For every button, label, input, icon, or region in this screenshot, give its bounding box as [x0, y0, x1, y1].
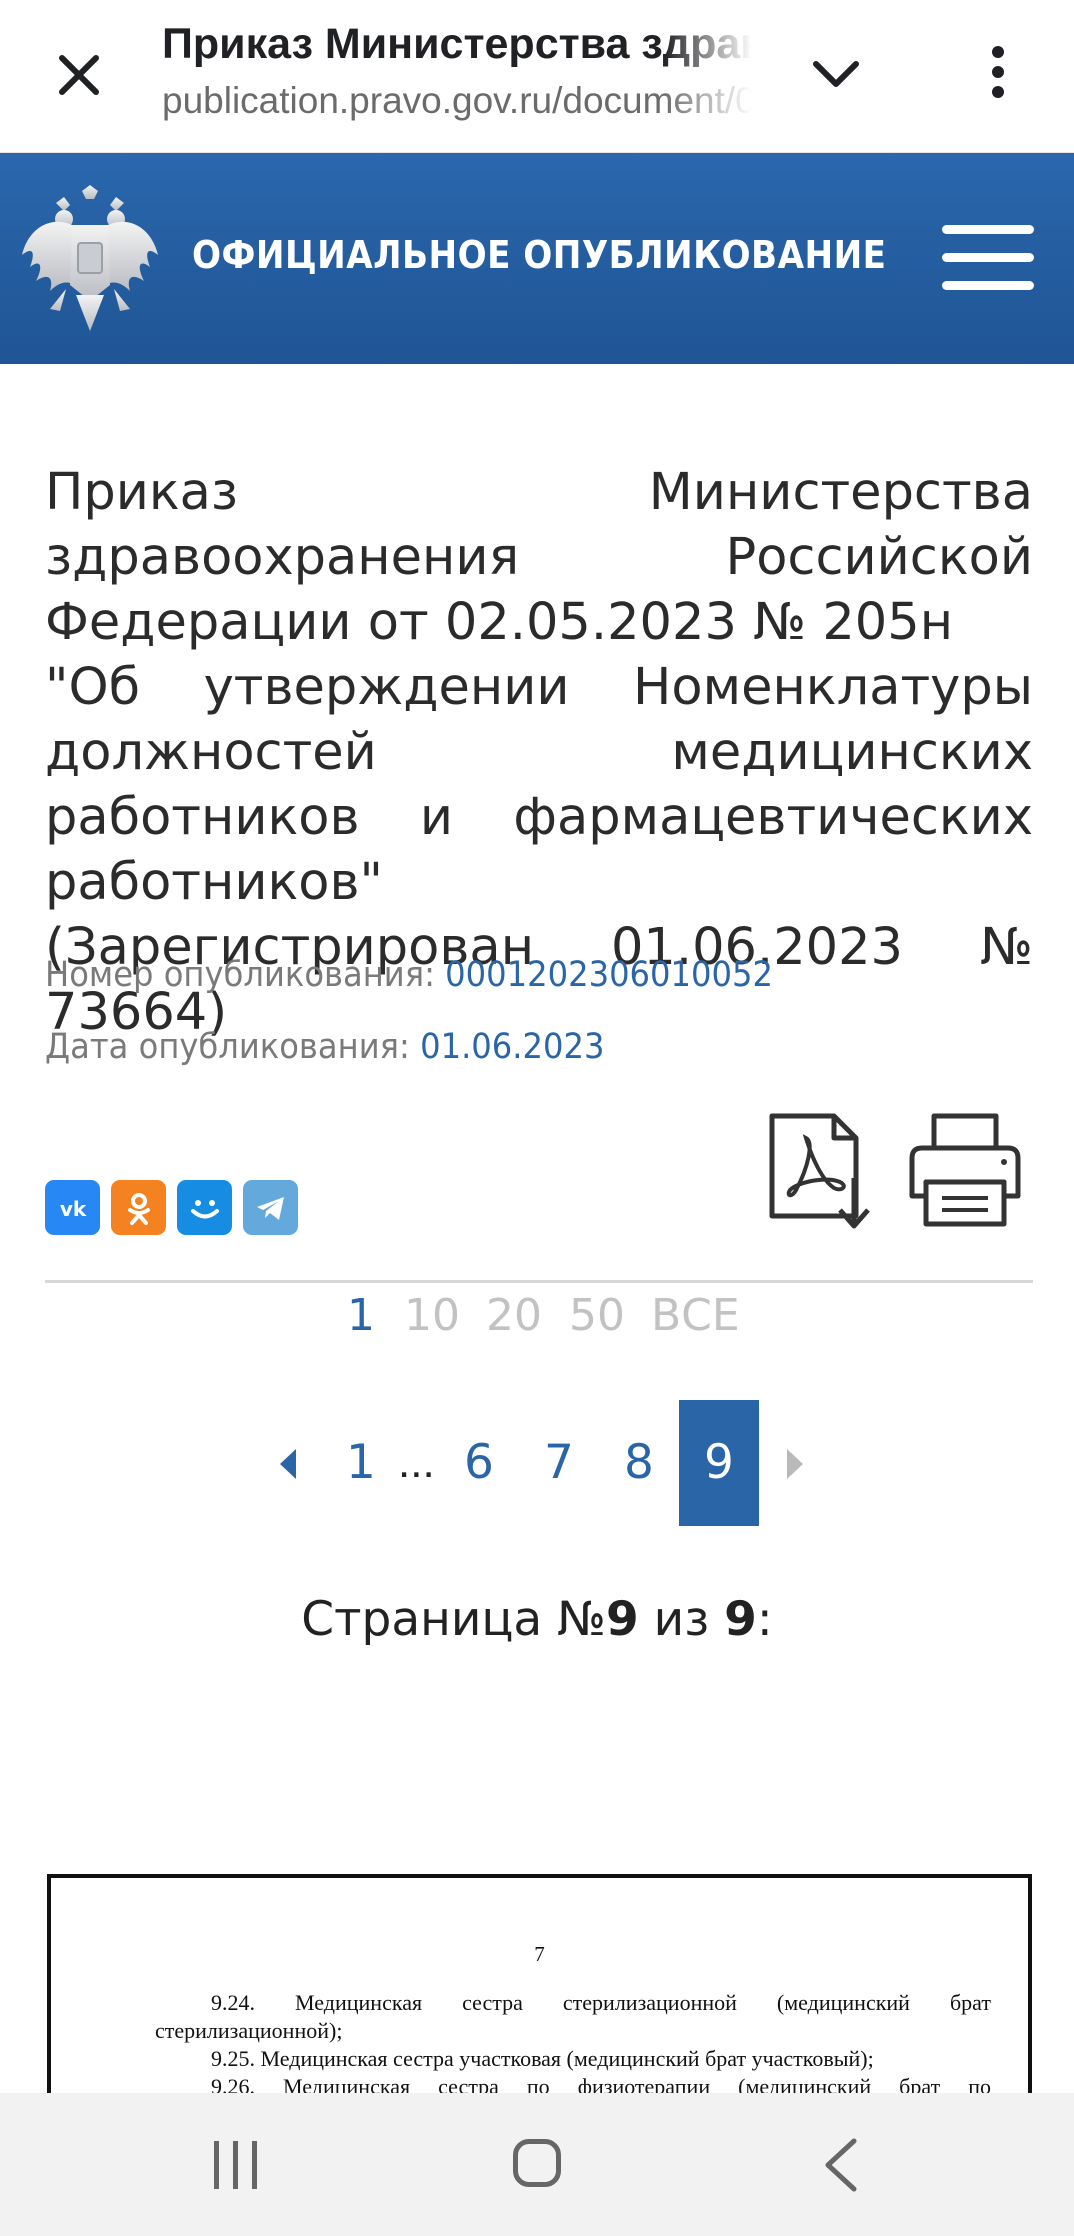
site-title[interactable]: ОФИЦИАЛЬНОЕ ОПУБЛИКОВАНИЕ	[192, 233, 886, 277]
back-button[interactable]	[822, 2137, 860, 2193]
site-header: ОФИЦИАЛЬНОЕ ОПУБЛИКОВАНИЕ	[0, 153, 1074, 364]
mymail-icon	[190, 1199, 219, 1218]
odnoklassniki-icon	[127, 1192, 150, 1225]
ok-share-button[interactable]	[111, 1180, 166, 1235]
close-tab-button[interactable]	[38, 34, 124, 120]
chevron-down-icon	[813, 61, 859, 87]
double-headed-eagle-icon	[22, 185, 158, 331]
hamburger-icon	[942, 225, 1034, 234]
page-url[interactable]: publication.pravo.gov.ru/document/000120…	[162, 80, 752, 128]
pagination-ellipsis: ...	[398, 1438, 435, 1487]
page-link-8[interactable]: 8	[618, 1400, 660, 1526]
more-vertical-icon	[992, 46, 1004, 98]
hamburger-line	[942, 281, 1034, 290]
back-chevron-icon	[825, 2138, 857, 2192]
mymail-share-button[interactable]	[177, 1180, 232, 1235]
system-navigation-bar	[0, 2093, 1074, 2236]
page-size-option-50[interactable]: 50	[569, 1290, 625, 1341]
recent-apps-bar	[233, 2141, 238, 2189]
page-status-suffix: :	[756, 1592, 773, 1647]
printer-icon	[909, 1113, 1021, 1227]
recent-apps-bar	[252, 2141, 257, 2189]
page-size-selector: 1 10 20 50 ВСЕ	[0, 1290, 1074, 1350]
page-status-total: 9	[724, 1592, 757, 1647]
pdf-download-icon	[769, 1113, 870, 1229]
telegram-icon	[256, 1196, 284, 1220]
vk-icon: vk	[59, 1197, 86, 1221]
page-size-option-all[interactable]: ВСЕ	[651, 1290, 740, 1341]
page-link-current[interactable]: 9	[679, 1400, 759, 1526]
coat-of-arms-logo[interactable]	[20, 185, 160, 335]
telegram-share-button[interactable]	[243, 1180, 298, 1235]
page-title: Приказ Министерства здравоохранения Росс…	[162, 20, 752, 68]
close-icon	[59, 55, 99, 95]
pdf-download-button[interactable]	[768, 1112, 874, 1230]
scan-line-text: 9.24. Медицинская сестра стерилизационно…	[211, 1990, 991, 2015]
pagination: 1 ... 6 7 8 9	[0, 1400, 1074, 1526]
triangle-left-icon	[280, 1449, 296, 1479]
publication-date-row: Дата опубликования: 01.06.2023	[45, 1027, 604, 1067]
scan-page-number: 7	[534, 1942, 545, 1966]
divider	[45, 1280, 1033, 1283]
triangle-right-icon	[787, 1449, 803, 1479]
page-link-7[interactable]: 7	[538, 1400, 580, 1526]
page-size-option-1[interactable]: 1	[347, 1290, 375, 1341]
document-title-line: Приказ Министерства здравоохранения Росс…	[45, 463, 1033, 652]
print-button[interactable]	[908, 1112, 1022, 1230]
vk-share-button[interactable]: vk	[45, 1180, 100, 1235]
hamburger-line	[942, 253, 1034, 262]
page-size-option-20[interactable]: 20	[486, 1290, 542, 1341]
page-status-middle: из	[638, 1592, 725, 1647]
document-title-line: "Об утверждении Номенклатуры должностей …	[45, 658, 1033, 912]
home-button[interactable]	[513, 2139, 561, 2187]
page-size-option-10[interactable]: 10	[404, 1290, 460, 1341]
page-link-1[interactable]: 1	[340, 1400, 382, 1526]
recent-apps-button[interactable]	[210, 2141, 262, 2189]
main-menu-button[interactable]	[942, 225, 1034, 291]
svg-text:vk: vk	[59, 1197, 86, 1221]
publication-date-link[interactable]: 01.06.2023	[420, 1027, 604, 1067]
scan-line: 9.25. Медицинская сестра участковая (мед…	[211, 2046, 874, 2071]
page-link-6[interactable]: 6	[458, 1400, 500, 1526]
page-status: Страница №9 из 9:	[0, 1592, 1074, 1647]
publication-number-label: Номер опубликования:	[45, 955, 435, 995]
page-status-current: 9	[606, 1592, 639, 1647]
publication-number-row: Номер опубликования: 0001202306010052	[45, 955, 773, 995]
recent-apps-icon	[214, 2141, 219, 2189]
publication-number-link[interactable]: 0001202306010052	[445, 955, 773, 995]
scan-line: стерилизационной);	[155, 2018, 343, 2043]
browser-toolbar: Приказ Министерства здравоохранения Росс…	[0, 0, 1074, 153]
page-status-prefix: Страница №	[301, 1592, 607, 1647]
more-options-button[interactable]	[962, 38, 1034, 110]
expand-button[interactable]	[800, 38, 872, 110]
scan-line: 9.24. Медицинская сестра стерилизационно…	[211, 1990, 991, 2016]
publication-date-label: Дата опубликования:	[45, 1027, 410, 1067]
